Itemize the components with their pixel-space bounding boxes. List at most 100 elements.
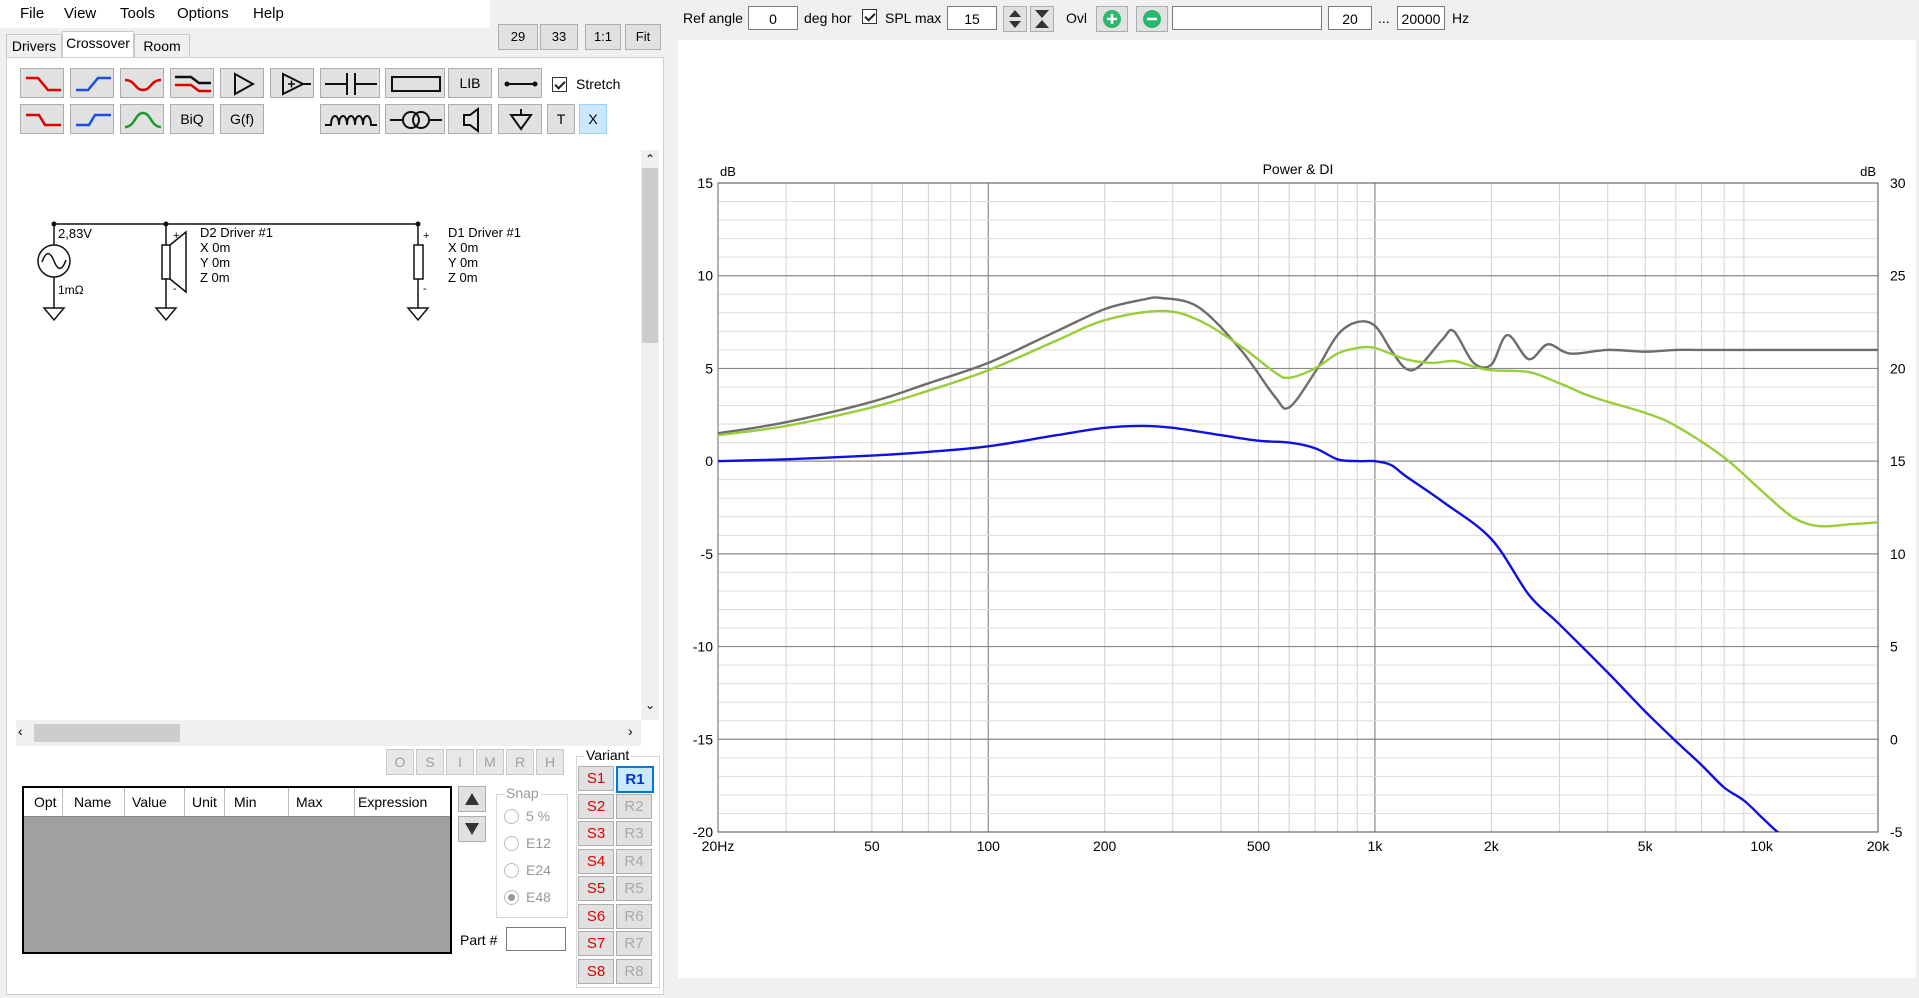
- transformer-button[interactable]: [385, 104, 445, 134]
- add-overlay-button[interactable]: [1096, 6, 1128, 32]
- col-value[interactable]: Value: [132, 794, 167, 810]
- scroll-right-arrow-icon[interactable]: ›: [628, 723, 633, 739]
- tab-room[interactable]: Room: [134, 34, 190, 58]
- zoom-33-button[interactable]: 33: [540, 24, 578, 50]
- snap-5pct-radio[interactable]: [504, 809, 519, 824]
- freq-max-input[interactable]: 20000: [1397, 6, 1445, 30]
- menu-view[interactable]: View: [64, 5, 96, 22]
- x-tick: 200: [1093, 838, 1117, 854]
- flag-s-button[interactable]: S: [416, 749, 444, 775]
- scroll-left-arrow-icon[interactable]: ‹: [18, 723, 23, 739]
- col-name[interactable]: Name: [74, 794, 111, 810]
- variant-r8-button[interactable]: R8: [616, 958, 652, 984]
- spl-stepper-button[interactable]: [1003, 6, 1027, 32]
- spl-max-label: SPL max: [885, 10, 942, 26]
- driver-button[interactable]: [448, 104, 492, 134]
- transfer-function-button[interactable]: G(f): [220, 104, 264, 134]
- amplifier-button[interactable]: [220, 68, 264, 98]
- col-max[interactable]: Max: [296, 794, 322, 810]
- flag-m-button[interactable]: M: [476, 749, 504, 775]
- svg-text:-: -: [173, 283, 177, 295]
- variant-r5-button[interactable]: R5: [616, 876, 652, 901]
- variant-s1-button[interactable]: S1: [578, 766, 614, 791]
- move-down-button[interactable]: [458, 816, 486, 842]
- fit-button[interactable]: Fit: [625, 24, 661, 50]
- variant-r7-button[interactable]: R7: [616, 931, 652, 956]
- schematic-vertical-scrollbar[interactable]: ⌃ ⌄: [641, 150, 659, 720]
- variant-s4-button[interactable]: S4: [578, 848, 614, 874]
- notch-filter-button[interactable]: [120, 68, 164, 98]
- col-expression[interactable]: Expression: [358, 794, 427, 810]
- flag-o-button[interactable]: O: [386, 749, 414, 775]
- x-toggle-button[interactable]: X: [579, 104, 607, 134]
- chart-panel[interactable]: Power & DI dB dB 15 10 5 0 -5 -10 -15 -20 30 25 20 15 1…: [678, 40, 1916, 978]
- lowpass2-filter-button[interactable]: [20, 104, 64, 134]
- menu-tools[interactable]: Tools: [120, 5, 155, 22]
- wire-button[interactable]: [498, 68, 542, 98]
- y-tick-left: -5: [701, 546, 714, 562]
- ground-button[interactable]: [498, 104, 542, 134]
- snap-e12-radio[interactable]: [504, 836, 519, 851]
- schematic-horizontal-scrollbar[interactable]: ‹ ›: [16, 720, 641, 746]
- ref-angle-input[interactable]: 0: [748, 6, 798, 30]
- scroll-up-arrow-icon[interactable]: ⌃: [645, 152, 655, 166]
- variant-r6-button[interactable]: R6: [616, 903, 652, 929]
- snap-e48-radio[interactable]: [504, 890, 519, 905]
- menu-file[interactable]: File: [20, 5, 44, 22]
- vertical-scroll-thumb[interactable]: [642, 168, 658, 343]
- variant-s7-button[interactable]: S7: [578, 931, 614, 956]
- flag-r-button[interactable]: R: [506, 749, 534, 775]
- variant-s8-button[interactable]: S8: [578, 958, 614, 984]
- y-tick-right: 25: [1890, 268, 1906, 284]
- highpass2-filter-button[interactable]: [70, 104, 114, 134]
- freq-min-input[interactable]: 20: [1328, 6, 1372, 30]
- remove-overlay-button[interactable]: [1136, 6, 1168, 32]
- y-tick-right: 0: [1890, 731, 1898, 747]
- spl-collapse-button[interactable]: [1030, 6, 1054, 32]
- variant-r4-button[interactable]: R4: [616, 848, 652, 874]
- flag-i-button[interactable]: I: [446, 749, 474, 775]
- resistor-button[interactable]: [385, 68, 445, 98]
- variant-s5-button[interactable]: S5: [578, 876, 614, 901]
- buffer-button[interactable]: [270, 68, 314, 98]
- variant-s6-button[interactable]: S6: [578, 903, 614, 929]
- zoom-29-button[interactable]: 29: [498, 24, 538, 50]
- bandpass-filter-button[interactable]: [120, 104, 164, 134]
- tab-crossover[interactable]: Crossover: [62, 31, 134, 59]
- spl-max-input[interactable]: 15: [947, 6, 997, 30]
- menu-help[interactable]: Help: [253, 5, 284, 22]
- overlay-name-input[interactable]: [1172, 6, 1322, 30]
- tab-drivers[interactable]: Drivers: [6, 34, 62, 58]
- schematic-canvas[interactable]: + - + - 2,83V 1mΩ D2 Driver #1 X 0m Y 0m…: [16, 150, 641, 720]
- horizontal-scroll-thumb[interactable]: [34, 724, 180, 742]
- ground-symbol-2: [154, 307, 178, 322]
- t-label: T: [556, 111, 566, 127]
- highpass-filter-button[interactable]: [70, 68, 114, 98]
- zoom-1-1-button[interactable]: 1:1: [585, 24, 621, 50]
- menu-options[interactable]: Options: [177, 5, 229, 22]
- lowpass-filter-button[interactable]: [20, 68, 64, 98]
- text-button[interactable]: T: [547, 104, 575, 134]
- shelf-filter-button[interactable]: [170, 68, 214, 98]
- col-min[interactable]: Min: [234, 794, 257, 810]
- variant-r1-button[interactable]: R1: [616, 766, 654, 793]
- inductor-button[interactable]: [320, 104, 380, 134]
- library-button[interactable]: LIB: [448, 68, 492, 98]
- variant-s3-button[interactable]: S3: [578, 821, 614, 846]
- part-number-input[interactable]: [506, 927, 566, 951]
- col-unit[interactable]: Unit: [192, 794, 217, 810]
- flag-h-button[interactable]: H: [536, 749, 564, 775]
- capacitor-button[interactable]: [320, 68, 380, 98]
- col-opt[interactable]: Opt: [34, 794, 57, 810]
- parts-table[interactable]: Opt Name Value Unit Min Max Expression: [22, 786, 452, 954]
- scroll-down-arrow-icon[interactable]: ⌄: [645, 698, 655, 712]
- stretch-checkbox[interactable]: [552, 77, 567, 92]
- variant-r2-button[interactable]: R2: [616, 793, 652, 819]
- variant-r3-button[interactable]: R3: [616, 821, 652, 846]
- variant-s2-button[interactable]: S2: [578, 793, 614, 819]
- biquad-button[interactable]: BiQ: [170, 104, 214, 134]
- snap-e24-radio[interactable]: [504, 863, 519, 878]
- spl-max-checkbox[interactable]: [862, 9, 877, 24]
- snap-e48-label: E48: [526, 889, 551, 905]
- move-up-button[interactable]: [458, 786, 486, 812]
